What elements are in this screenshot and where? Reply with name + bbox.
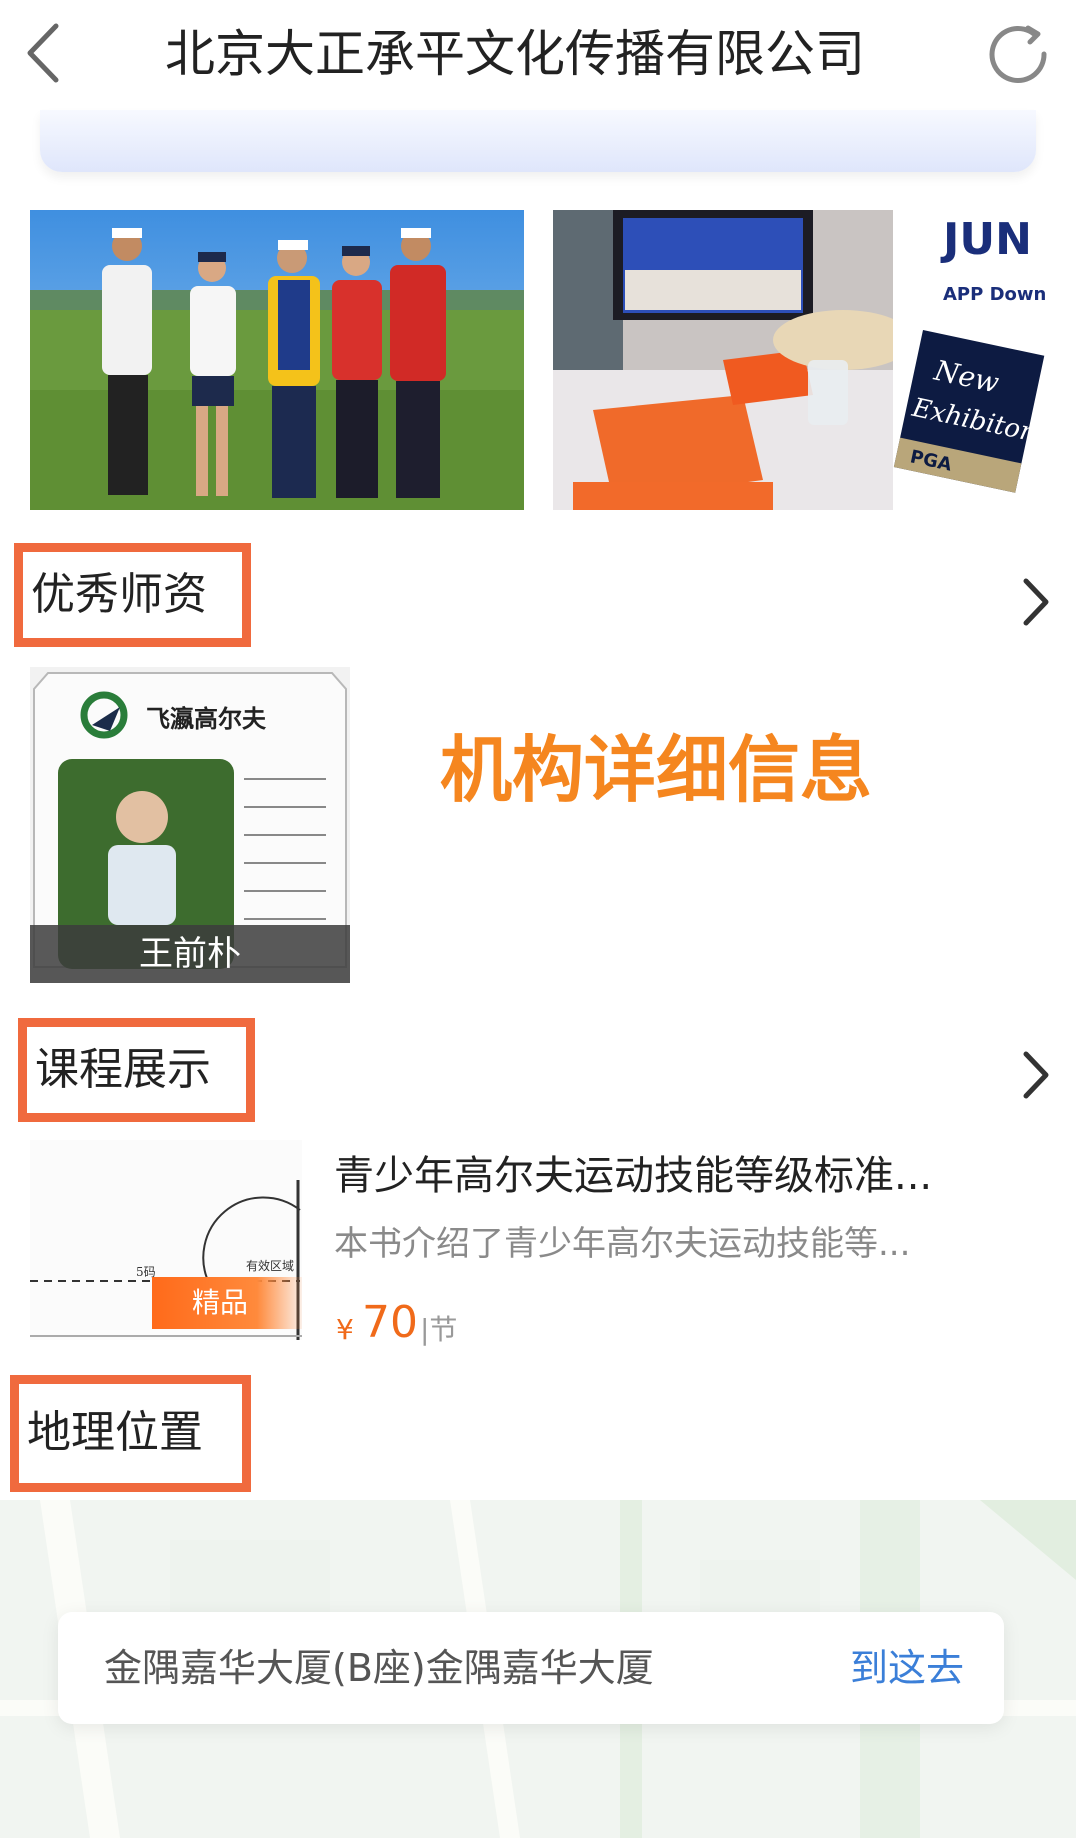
course-price: 70: [362, 1297, 418, 1348]
teacher-logo-text: 飞瀛高尔夫: [146, 705, 267, 733]
teacher-name: 王前朴: [139, 934, 241, 974]
course-thumbnail[interactable]: 5码 有效区域 精品: [30, 1140, 302, 1340]
course-description: 本书介绍了青少年高尔夫运动技能等...: [334, 1224, 911, 1264]
price-currency: ¥: [336, 1313, 354, 1346]
banner-sub-text: APP Downlo: [943, 284, 1047, 305]
section-location-label: 地理位置: [27, 1407, 203, 1458]
chevron-right-icon[interactable]: [1016, 573, 1056, 631]
refresh-icon[interactable]: [984, 18, 1054, 88]
chevron-right-icon[interactable]: [1016, 1046, 1056, 1104]
section-courses-header: 课程展示: [18, 1018, 255, 1122]
overlay-caption: 机构详细信息: [440, 728, 873, 812]
address-text: 金隅嘉华大厦(B座)金隅嘉华大厦: [104, 1646, 654, 1690]
course-title[interactable]: 青少年高尔夫运动技能等级标准...: [334, 1144, 1054, 1208]
section-location-header: 地理位置: [10, 1375, 251, 1492]
teacher-name-bar: 王前朴: [30, 925, 350, 983]
page-title: 北京大正承平文化传播有限公司: [165, 25, 865, 83]
navigate-link[interactable]: 到这去: [850, 1612, 964, 1724]
team-photo[interactable]: [30, 210, 524, 510]
section-teachers-header: 优秀师资: [14, 543, 251, 647]
exhibition-photo[interactable]: JUN APP Downlo New Exhibitor PGA: [553, 210, 1047, 510]
diagram-label-zone: 有效区域: [246, 1258, 294, 1273]
teacher-card[interactable]: 飞瀛高尔夫 王前朴: [30, 667, 350, 983]
price-unit: |节: [420, 1313, 458, 1346]
search-card-edge: [40, 110, 1036, 172]
section-courses-label: 课程展示: [35, 1044, 211, 1095]
banner-title-text: JUN: [940, 214, 1032, 265]
premium-badge: 精品: [152, 1277, 302, 1329]
chevron-left-icon[interactable]: [22, 20, 72, 86]
section-teachers-label: 优秀师资: [31, 569, 207, 620]
address-card: 金隅嘉华大厦(B座)金隅嘉华大厦 到这去: [58, 1612, 1004, 1724]
